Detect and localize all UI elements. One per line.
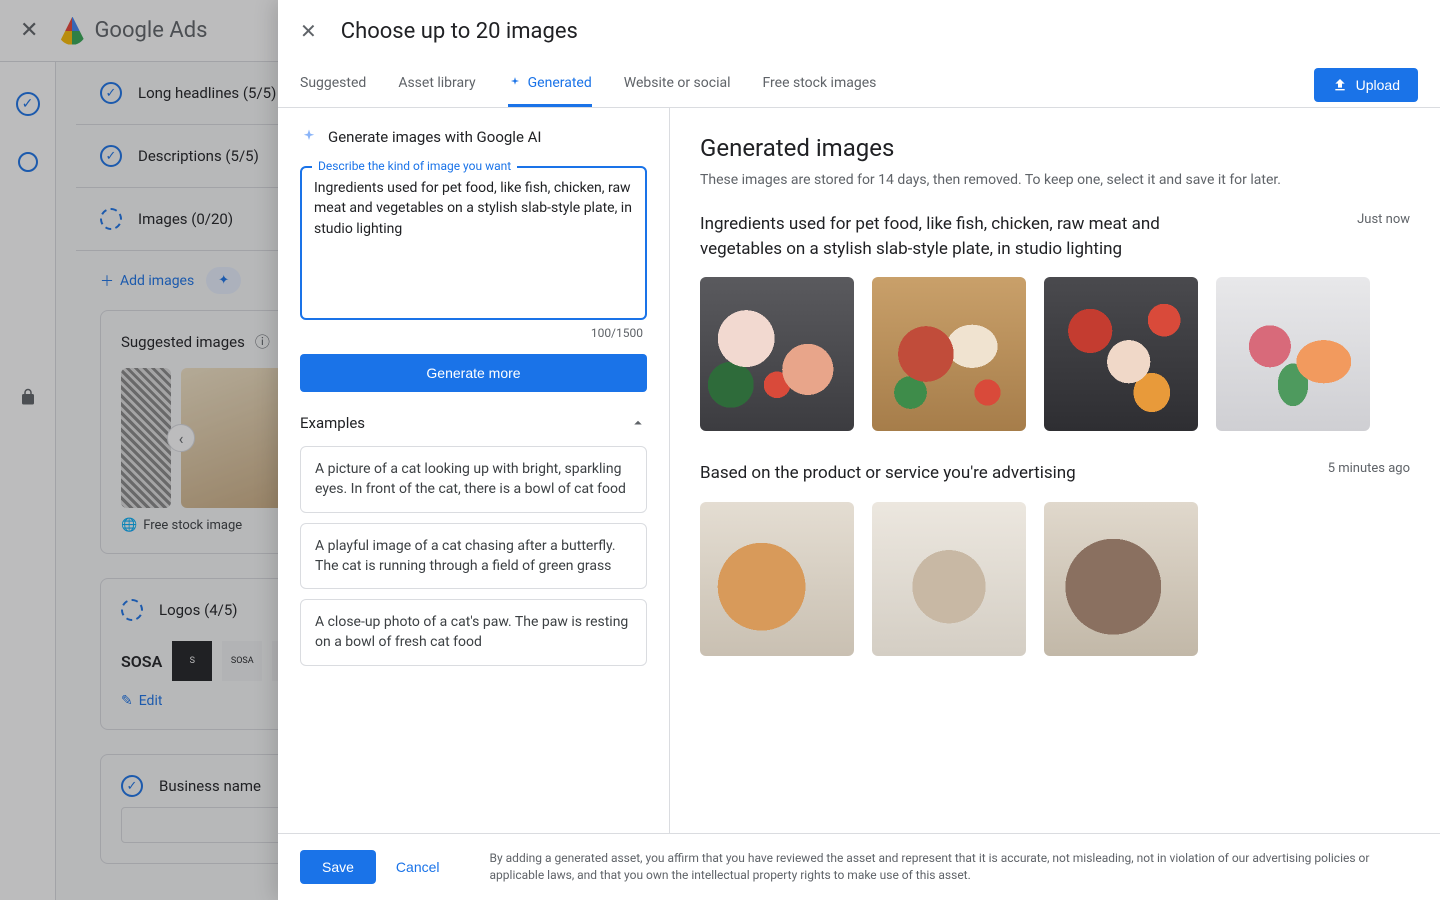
dialog-footer: Save Cancel By adding a generated asset,… (278, 833, 1440, 900)
batch-title: Based on the product or service you're a… (700, 461, 1076, 486)
prompt-panel: Generate images with Google AI Describe … (278, 108, 670, 833)
example-prompt[interactable]: A playful image of a cat chasing after a… (300, 523, 647, 590)
chevron-up-icon (629, 414, 647, 432)
disclaimer-text: By adding a generated asset, you affirm … (490, 850, 1418, 884)
tab-suggested[interactable]: Suggested (300, 62, 366, 107)
save-button[interactable]: Save (300, 850, 376, 884)
prompt-field[interactable]: Describe the kind of image you want Ingr… (300, 166, 647, 320)
generate-header: Generate images with Google AI (328, 128, 542, 146)
prompt-textarea[interactable]: Ingredients used for pet food, like fish… (314, 178, 633, 308)
results-subtitle: These images are stored for 14 days, the… (700, 172, 1410, 188)
tab-free-stock[interactable]: Free stock images (763, 62, 877, 107)
sparkle-icon (300, 128, 318, 146)
generated-image[interactable] (872, 502, 1026, 656)
results-panel: Generated images These images are stored… (670, 108, 1440, 833)
close-dialog-button[interactable]: ✕ (300, 19, 317, 43)
example-prompt[interactable]: A picture of a cat looking up with brigh… (300, 446, 647, 513)
prompt-field-label: Describe the kind of image you want (312, 159, 517, 173)
batch-title: Ingredients used for pet food, like fish… (700, 212, 1233, 261)
batch-timestamp: Just now (1357, 212, 1410, 227)
sparkle-icon (508, 76, 522, 90)
generated-image[interactable] (1044, 502, 1198, 656)
generated-image[interactable] (1044, 277, 1198, 431)
example-prompt[interactable]: A close-up photo of a cat's paw. The paw… (300, 599, 647, 666)
batch-timestamp: 5 minutes ago (1328, 461, 1410, 476)
results-title: Generated images (700, 134, 1410, 162)
tab-website-social[interactable]: Website or social (624, 62, 731, 107)
generated-image[interactable] (700, 277, 854, 431)
cancel-button[interactable]: Cancel (396, 859, 440, 875)
image-picker-dialog: ✕ Choose up to 20 images Suggested Asset… (278, 0, 1440, 900)
dialog-title: Choose up to 20 images (341, 19, 578, 44)
examples-toggle[interactable]: Examples (300, 414, 647, 432)
generate-more-button[interactable]: Generate more (300, 354, 647, 392)
upload-icon (1332, 77, 1348, 93)
upload-button[interactable]: Upload (1314, 68, 1418, 102)
generated-image[interactable] (1216, 277, 1370, 431)
tab-asset-library[interactable]: Asset library (398, 62, 475, 107)
generated-image[interactable] (700, 502, 854, 656)
generated-image[interactable] (872, 277, 1026, 431)
dialog-tabs: Suggested Asset library Generated Websit… (278, 62, 1440, 108)
char-counter: 100/1500 (300, 326, 643, 340)
tab-generated[interactable]: Generated (508, 62, 592, 107)
